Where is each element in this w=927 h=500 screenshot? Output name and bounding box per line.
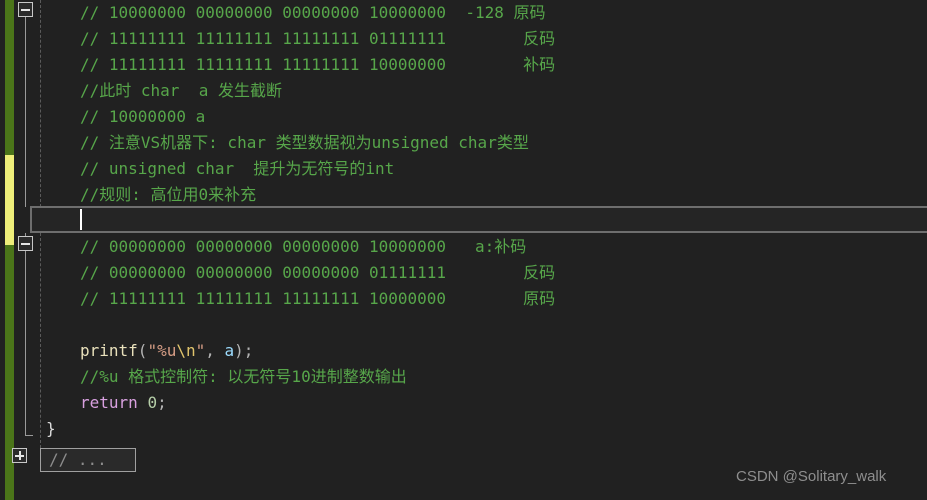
- collapse-icon[interactable]: [18, 2, 33, 17]
- code-token: //%u 格式控制符: 以无符号10进制整数输出: [80, 367, 407, 386]
- code-token: }: [46, 419, 56, 438]
- code-token: //规则: 高位用0来补充: [80, 185, 257, 204]
- outlining-line: [25, 17, 26, 207]
- code-token: // 00000000 00000000 00000000 01111111 反…: [80, 263, 556, 282]
- code-token: // 11111111 11111111 11111111 01111111 反…: [80, 29, 556, 48]
- code-token: // 10000000 a: [80, 107, 206, 126]
- code-line[interactable]: // 11111111 11111111 11111111 10000000 补…: [34, 52, 555, 78]
- code-line[interactable]: [34, 312, 80, 338]
- code-line[interactable]: [34, 208, 80, 234]
- code-editor-window: // 10000000 00000000 00000000 10000000 -…: [0, 0, 927, 500]
- text-caret: [80, 209, 82, 230]
- code-line[interactable]: // 11111111 11111111 11111111 01111111 反…: [34, 26, 555, 52]
- code-line[interactable]: // unsigned char 提升为无符号的int: [34, 156, 394, 182]
- code-token: );: [234, 341, 254, 360]
- code-token: ": [195, 341, 206, 360]
- code-token: \n: [176, 341, 196, 360]
- code-token: (: [137, 341, 148, 360]
- editor-text-area[interactable]: // 10000000 00000000 00000000 10000000 -…: [30, 0, 927, 500]
- code-line[interactable]: return 0;: [34, 390, 167, 416]
- code-token: 0: [147, 393, 158, 412]
- fold-glyph-horizontal: [21, 9, 30, 11]
- code-line[interactable]: // 10000000 00000000 00000000 10000000 -…: [34, 0, 545, 26]
- code-token: a: [224, 341, 235, 360]
- code-token: "%u: [147, 341, 177, 360]
- code-token: // 11111111 11111111 11111111 10000000 原…: [80, 289, 556, 308]
- code-line[interactable]: // 注意VS机器下: char 类型数据视为unsigned char类型: [34, 130, 529, 156]
- expand-icon[interactable]: [12, 448, 27, 463]
- change-indicator-bar: [5, 0, 14, 500]
- fold-glyph-horizontal: [21, 243, 30, 245]
- code-line[interactable]: //此时 char a 发生截断: [34, 78, 282, 104]
- csdn-watermark: CSDN @Solitary_walk: [736, 468, 887, 485]
- editor-gutter: [0, 0, 34, 500]
- code-line[interactable]: //%u 格式控制符: 以无符号10进制整数输出: [34, 364, 407, 390]
- code-line[interactable]: //规则: 高位用0来补充: [34, 182, 256, 208]
- code-line[interactable]: // 00000000 00000000 00000000 10000000 a…: [34, 234, 526, 260]
- code-token: ;: [157, 393, 167, 412]
- code-token: // 00000000 00000000 00000000 10000000 a…: [80, 237, 527, 256]
- collapsed-code-region[interactable]: // ...: [40, 448, 136, 472]
- outlining-line: [25, 251, 26, 436]
- code-line[interactable]: printf("%u\n", a);: [34, 338, 253, 364]
- current-line-highlight: [30, 206, 927, 233]
- code-token: // 注意VS机器下: char 类型数据视为unsigned char类型: [80, 133, 529, 152]
- code-line[interactable]: // 00000000 00000000 00000000 01111111 反…: [34, 260, 555, 286]
- code-token: printf: [80, 341, 138, 360]
- code-token: // 11111111 11111111 11111111 10000000 补…: [80, 55, 556, 74]
- code-token: return: [80, 393, 138, 412]
- outlining-line: [25, 435, 33, 436]
- code-token: ,: [205, 341, 225, 360]
- code-token: // 10000000 00000000 00000000 10000000 -…: [80, 3, 546, 22]
- unsaved-change-indicator: [5, 155, 14, 245]
- code-line[interactable]: }: [34, 416, 56, 442]
- code-token: // unsigned char 提升为无符号的int: [80, 159, 395, 178]
- fold-glyph-vertical: [19, 451, 21, 460]
- code-line[interactable]: // 11111111 11111111 11111111 10000000 原…: [34, 286, 555, 312]
- code-line[interactable]: // 10000000 a: [34, 104, 205, 130]
- code-token: //此时 char a 发生截断: [80, 81, 282, 100]
- collapse-icon[interactable]: [18, 236, 33, 251]
